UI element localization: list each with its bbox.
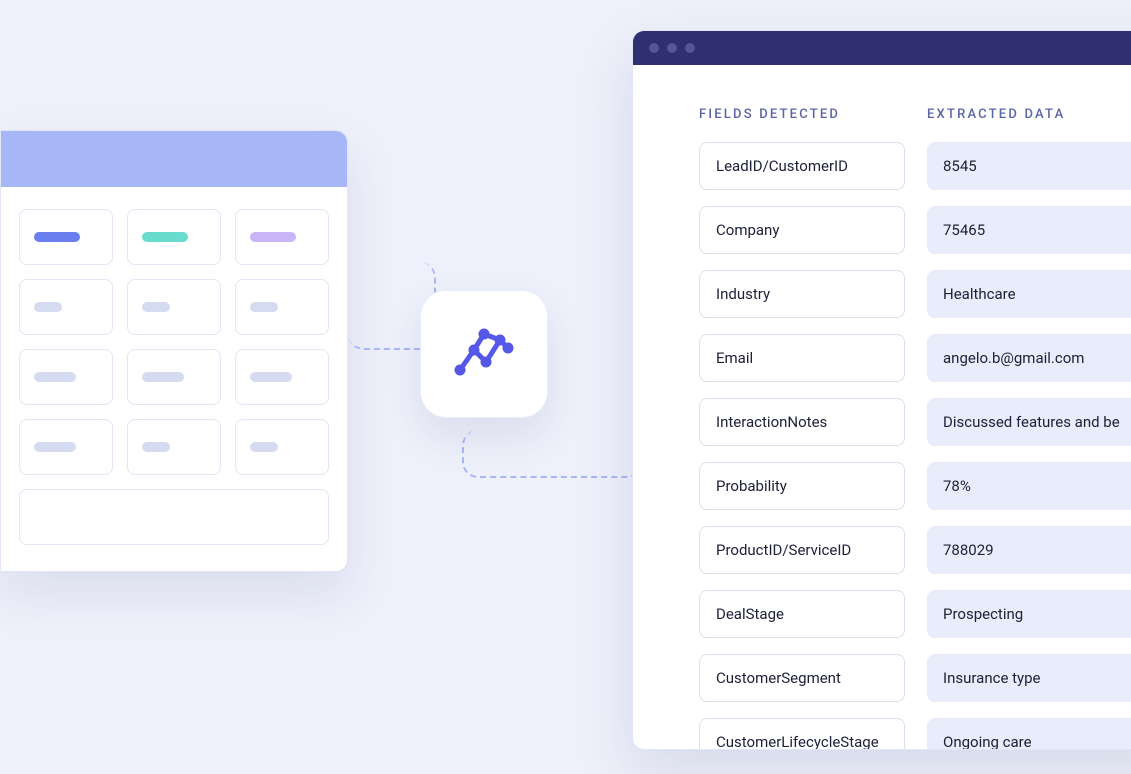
spreadsheet-cell <box>235 419 329 475</box>
detected-field[interactable]: LeadID/CustomerID <box>699 142 905 190</box>
spreadsheet-cell <box>127 419 221 475</box>
fields-column-header: FIELDS DETECTED <box>699 107 905 126</box>
detected-field[interactable]: InteractionNotes <box>699 398 905 446</box>
extracted-value: 78% <box>927 462 1131 510</box>
spreadsheet-cell <box>19 279 113 335</box>
extracted-value: Healthcare <box>927 270 1131 318</box>
placeholder-pill <box>34 372 76 382</box>
spreadsheet-cell <box>127 209 221 265</box>
placeholder-pill <box>142 372 184 382</box>
network-icon <box>452 320 516 388</box>
detected-field[interactable]: ProductID/ServiceID <box>699 526 905 574</box>
placeholder-pill <box>250 302 278 312</box>
flow-connector <box>462 430 642 478</box>
extracted-value: 75465 <box>927 206 1131 254</box>
placeholder-pill <box>142 302 170 312</box>
spreadsheet-cell <box>235 279 329 335</box>
extracted-value: Discussed features and be <box>927 398 1131 446</box>
extracted-value: 8545 <box>927 142 1131 190</box>
spreadsheet-cell <box>19 419 113 475</box>
extraction-window: FIELDS DETECTED EXTRACTED DATA LeadID/Cu… <box>632 30 1131 750</box>
extracted-value: Ongoing care <box>927 718 1131 750</box>
extracted-value: 788029 <box>927 526 1131 574</box>
placeholder-pill <box>142 442 170 452</box>
window-titlebar <box>633 31 1131 65</box>
placeholder-pill <box>34 302 62 312</box>
spreadsheet-body <box>1 187 347 563</box>
spreadsheet-header-bar <box>1 131 347 187</box>
transform-node[interactable] <box>420 290 548 418</box>
detected-field[interactable]: Industry <box>699 270 905 318</box>
placeholder-pill <box>250 232 296 242</box>
detected-field[interactable]: Email <box>699 334 905 382</box>
window-control-minimize-icon[interactable] <box>667 43 677 53</box>
detected-field[interactable]: CustomerLifecycleStage <box>699 718 905 750</box>
window-control-zoom-icon[interactable] <box>685 43 695 53</box>
spreadsheet-cell <box>235 349 329 405</box>
detected-field[interactable]: CustomerSegment <box>699 654 905 702</box>
spreadsheet-empty-row <box>19 489 329 545</box>
placeholder-pill <box>142 232 188 242</box>
placeholder-pill <box>34 232 80 242</box>
detected-field[interactable]: DealStage <box>699 590 905 638</box>
detected-field[interactable]: Probability <box>699 462 905 510</box>
spreadsheet-cell <box>235 209 329 265</box>
placeholder-pill <box>34 442 76 452</box>
values-column-header: EXTRACTED DATA <box>927 107 1131 126</box>
spreadsheet-cell <box>19 349 113 405</box>
spreadsheet-grid <box>19 209 329 475</box>
extraction-body: FIELDS DETECTED EXTRACTED DATA LeadID/Cu… <box>633 65 1131 750</box>
spreadsheet-cell <box>127 279 221 335</box>
spreadsheet-cell <box>127 349 221 405</box>
window-control-close-icon[interactable] <box>649 43 659 53</box>
extracted-value: Prospecting <box>927 590 1131 638</box>
detected-field[interactable]: Company <box>699 206 905 254</box>
source-spreadsheet-card <box>0 130 348 572</box>
placeholder-pill <box>250 442 278 452</box>
placeholder-pill <box>250 372 292 382</box>
extracted-value: angelo.b@gmail.com <box>927 334 1131 382</box>
extracted-value: Insurance type <box>927 654 1131 702</box>
spreadsheet-cell <box>19 209 113 265</box>
